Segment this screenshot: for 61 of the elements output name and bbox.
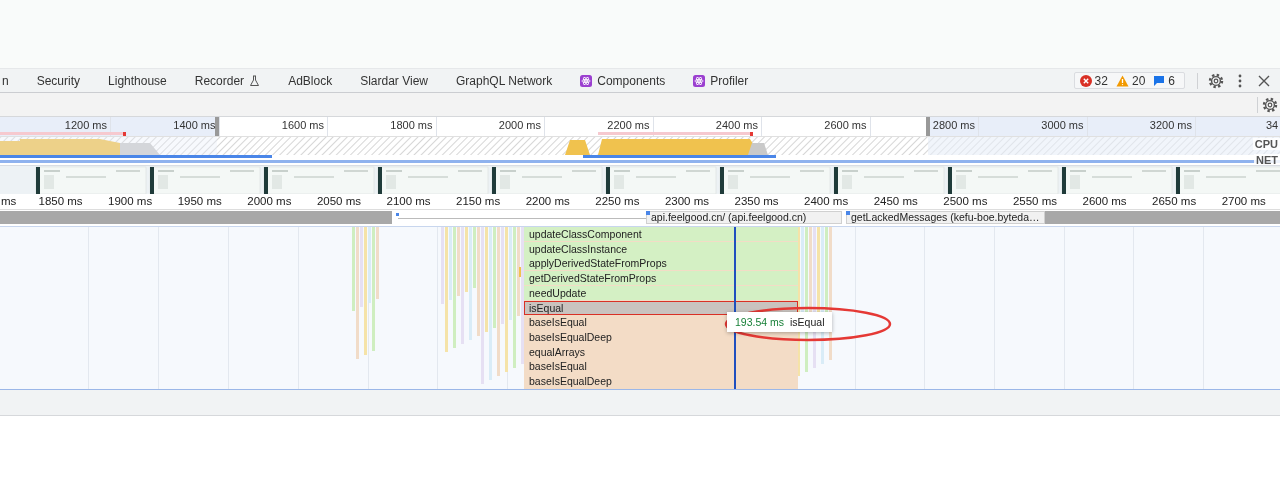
panel-tab[interactable]: n	[0, 68, 23, 93]
time-tick-label: 2050 ms	[316, 195, 361, 207]
time-tick-label: 2350 ms	[734, 195, 779, 207]
settings-icon[interactable]	[1262, 96, 1278, 113]
time-tick-label: 2650 ms	[1152, 195, 1197, 207]
time-tick-label: 2250 ms	[595, 195, 640, 207]
time-tick-label: 1600 ms	[281, 119, 324, 131]
panel-tab[interactable]: Recorder	[180, 68, 275, 93]
time-tick-label: 2450 ms	[873, 195, 918, 207]
time-tick-label: 2000 ms	[498, 119, 541, 131]
time-tick-label: 34	[1266, 119, 1279, 131]
time-tick-label: 2600 ms	[1082, 195, 1127, 207]
time-tick-label: 2200 ms	[607, 119, 650, 131]
panel-tab[interactable]: Lighthouse	[94, 68, 181, 93]
time-tick-label: 1400 ms	[173, 119, 216, 131]
issues-counter[interactable]: 32 20 6	[1073, 72, 1185, 89]
panel-tab[interactable]: AdBlock	[274, 68, 347, 93]
time-tick-label: 2700 ms	[1221, 195, 1266, 207]
network-request[interactable]: api.feelgood.cn/ (api.feelgood.cn)	[646, 211, 842, 224]
track-label: CPU	[1252, 138, 1280, 150]
time-tick-label: 2150 ms	[456, 195, 501, 207]
time-tick-label: 2000 ms	[247, 195, 292, 207]
network-request[interactable]: getLackedMessages (kefu-boe.byteda…	[846, 211, 1045, 224]
time-tick-label: 2100 ms	[386, 195, 431, 207]
time-tick-label: 2500 ms	[943, 195, 988, 207]
panel-tab[interactable]: Slardar View	[346, 68, 442, 93]
panel-tab[interactable]: GraphQL Network	[441, 68, 567, 93]
time-tick-label: ms	[1, 195, 17, 207]
flame-chart-entry[interactable]: updateClassComponent	[524, 227, 798, 241]
warning-icon	[1115, 74, 1129, 87]
close-icon[interactable]	[1258, 74, 1270, 87]
message-icon	[1153, 74, 1166, 87]
time-tick-label: 2400 ms	[804, 195, 849, 207]
time-tick-label: 2200 ms	[525, 195, 570, 207]
range-handle[interactable]	[926, 117, 930, 136]
entry-tooltip: 193.54 ms isEqual	[727, 312, 833, 332]
time-tick-label: 1900 ms	[108, 195, 153, 207]
time-tick-label: 2300 ms	[664, 195, 709, 207]
time-tick-label: 2600 ms	[824, 119, 867, 131]
flame-chart-entry[interactable]: getDerivedStateFromProps	[524, 271, 798, 286]
time-tick-label: 2800 ms	[932, 119, 975, 131]
time-tick-label: 1950 ms	[177, 195, 222, 207]
time-tick-label: 2550 ms	[1012, 195, 1057, 207]
time-tick-label: 1850 ms	[38, 195, 83, 207]
time-tick-label: 1200 ms	[64, 119, 107, 131]
more-icon[interactable]	[1238, 73, 1242, 88]
time-tick-label: 3000 ms	[1041, 119, 1084, 131]
panel-tab[interactable]: Profiler	[679, 68, 763, 93]
error-icon	[1079, 74, 1092, 87]
range-handle[interactable]	[215, 117, 219, 136]
time-tick-label: 3200 ms	[1149, 119, 1192, 131]
track-label: NET	[1254, 154, 1280, 166]
atom-icon	[693, 74, 706, 87]
time-tick-label: 2400 ms	[715, 119, 758, 131]
atom-icon	[580, 74, 593, 87]
flask-icon	[249, 74, 261, 87]
panel-tab[interactable]: Components	[566, 68, 680, 93]
time-tick-label: 1800 ms	[390, 119, 433, 131]
settings-icon[interactable]	[1208, 72, 1224, 89]
panel-tab[interactable]: Security	[22, 68, 95, 93]
flame-chart-entry[interactable]: applyDerivedStateFromProps	[524, 256, 798, 271]
